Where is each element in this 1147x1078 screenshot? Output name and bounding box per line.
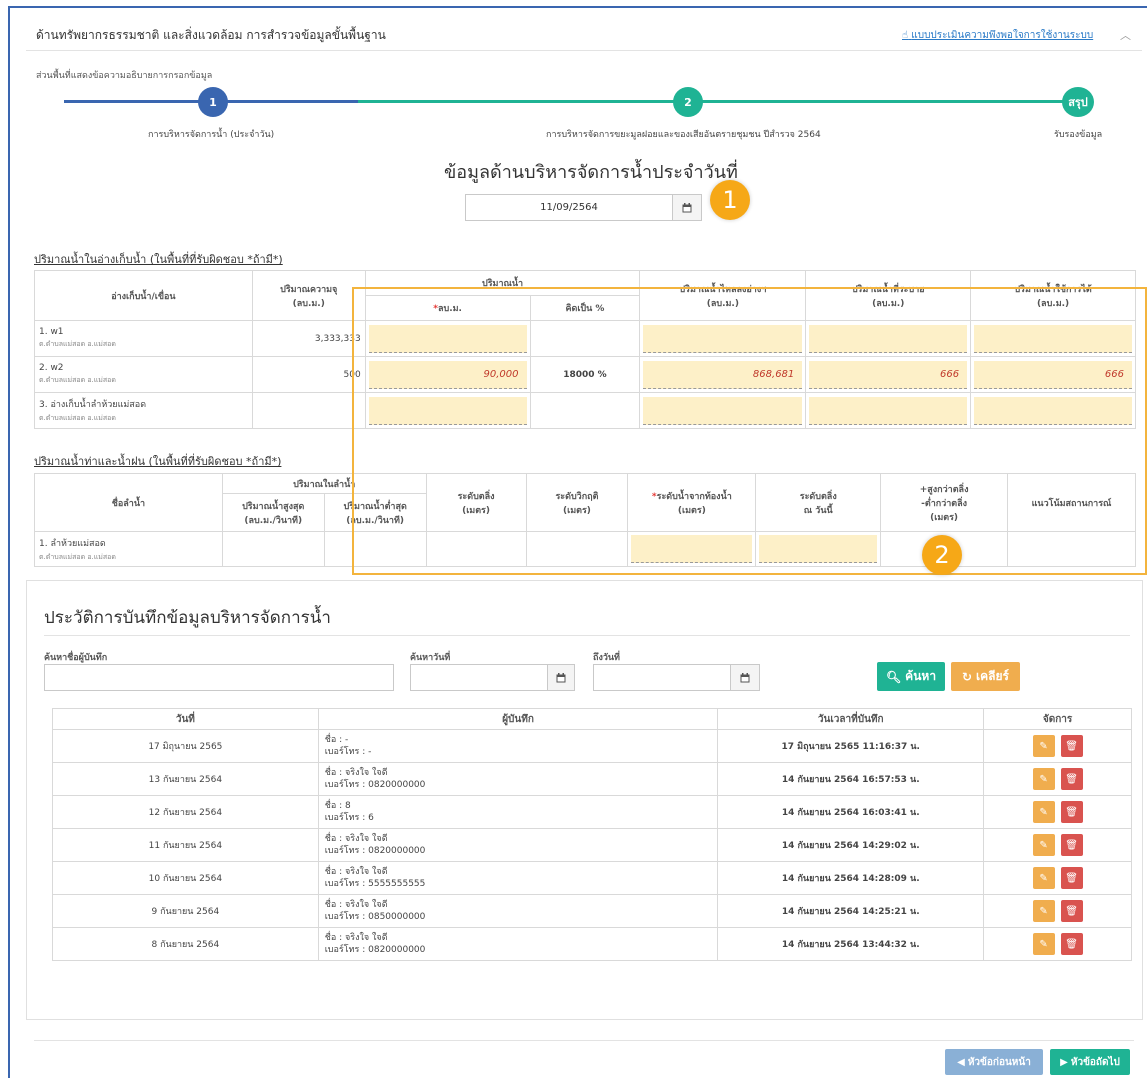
col-river-name: ชื่อลำน้ำ bbox=[34, 473, 223, 532]
main-title: ข้อมูลด้านบริหารจัดการน้ำประจำวันที่ bbox=[444, 162, 738, 183]
calendar-icon[interactable] bbox=[547, 664, 575, 691]
edit-icon[interactable]: ✎ bbox=[1032, 900, 1055, 922]
divider bbox=[26, 50, 1142, 51]
edit-icon[interactable]: ✎ bbox=[1032, 867, 1055, 889]
search-date-label: ค้นหาวันที่ bbox=[410, 653, 451, 663]
edit-icon[interactable]: ✎ bbox=[1032, 735, 1055, 757]
col-max-flow: ปริมาณน้ำสูงสุด (ลบ.ม./วินาที) bbox=[221, 493, 325, 532]
survey-link[interactable]: ☝ แบบประเมินความพึงพอใจการใช้งานระบบ bbox=[902, 28, 1093, 43]
table-row: 10 กันยายน 2564 ชื่อ : จริงใจ ใจดี เบอร์โ… bbox=[52, 861, 1132, 895]
col-recorder: ผู้บันทึก bbox=[317, 708, 719, 730]
date-input[interactable]: 11/09/2564 bbox=[465, 194, 673, 221]
trash-icon[interactable]: 🗑︎ bbox=[1060, 900, 1083, 922]
step-2-label: การบริหารจัดการขยะมูลฝอยและของเสียอันตรา… bbox=[546, 130, 821, 140]
highlight-box bbox=[352, 287, 1147, 575]
step-summary-label: รับรองข้อมูล bbox=[1054, 130, 1103, 140]
capacity-value bbox=[251, 392, 366, 429]
progress-track-pending bbox=[358, 100, 1076, 103]
river-title: ปริมาณน้ำท่าและน้ำฝน (ในพื้นที่ที่รับผิด… bbox=[34, 455, 282, 468]
trash-icon[interactable]: 🗑︎ bbox=[1060, 933, 1083, 955]
page-header-title: ด้านทรัพยากรธรรมชาติ และสิ่งแวดล้อม การส… bbox=[36, 28, 386, 42]
search-button[interactable]: 🔍︎ ค้นหา bbox=[877, 662, 945, 691]
calendar-icon[interactable] bbox=[672, 194, 702, 221]
table-row: 13 กันยายน 2564 ชื่อ : จริงใจ ใจดี เบอร์โ… bbox=[52, 762, 1132, 796]
prev-topic-button[interactable]: ◀ หัวข้อก่อนหน้า bbox=[945, 1049, 1043, 1075]
chevron-up-icon[interactable]: ︿ bbox=[1120, 27, 1131, 43]
search-date-input[interactable] bbox=[410, 664, 548, 691]
edit-icon[interactable]: ✎ bbox=[1032, 801, 1055, 823]
capacity-value: 500 bbox=[251, 356, 366, 393]
trash-icon[interactable]: 🗑︎ bbox=[1060, 834, 1083, 856]
to-date-input[interactable] bbox=[593, 664, 731, 691]
step-2-circle[interactable]: 2 bbox=[673, 87, 703, 117]
col-date: วันที่ bbox=[52, 708, 319, 730]
trash-icon[interactable]: 🗑︎ bbox=[1060, 768, 1083, 790]
table-row: 8 กันยายน 2564 ชื่อ : จริงใจ ใจดี เบอร์โท… bbox=[52, 927, 1132, 961]
search-icon: 🔍︎ bbox=[885, 669, 902, 684]
thumbs-up-icon: ☝ bbox=[902, 30, 909, 41]
divider bbox=[44, 635, 1130, 636]
step-1-circle[interactable]: 1 bbox=[198, 87, 228, 117]
col-capacity: ปริมาณความจุ (ลบ.ม.) bbox=[251, 270, 366, 321]
col-reservoir-name: อ่างเก็บน้ำ/เขื่อน bbox=[34, 270, 253, 321]
next-topic-button[interactable]: ▶ หัวข้อถัดไป bbox=[1050, 1049, 1130, 1075]
step-1-label: การบริหารจัดการน้ำ (ประจำวัน) bbox=[148, 130, 275, 140]
col-actions: จัดการ bbox=[983, 708, 1132, 730]
history-title: ประวัติการบันทึกข้อมูลบริหารจัดการน้ำ bbox=[44, 608, 331, 628]
reservoir-title: ปริมาณน้ำในอ่างเก็บน้ำ (ในพื้นที่ที่รับผ… bbox=[34, 253, 283, 266]
edit-icon[interactable]: ✎ bbox=[1032, 768, 1055, 790]
table-row: 11 กันยายน 2564 ชื่อ : จริงใจ ใจดี เบอร์โ… bbox=[52, 828, 1132, 862]
clear-button[interactable]: ↻ เคลียร์ bbox=[951, 662, 1020, 691]
to-date-label: ถึงวันที่ bbox=[593, 653, 620, 663]
trash-icon[interactable]: 🗑︎ bbox=[1060, 801, 1083, 823]
instruction-note: ส่วนพื้นที่แสดงข้อความอธิบายการกรอกข้อมู… bbox=[36, 71, 213, 81]
trash-icon[interactable]: 🗑︎ bbox=[1060, 867, 1083, 889]
callout-2: 2 bbox=[922, 535, 962, 575]
table-row: 9 กันยายน 2564 ชื่อ : จริงใจ ใจดี เบอร์โท… bbox=[52, 894, 1132, 928]
table-row: 12 กันยายน 2564 ชื่อ : 8 เบอร์โทร : 6 14 … bbox=[52, 795, 1132, 829]
arrow-right-icon: ▶ bbox=[1060, 1056, 1068, 1068]
trash-icon[interactable]: 🗑︎ bbox=[1060, 735, 1083, 757]
col-saved-time: วันเวลาที่บันทึก bbox=[717, 708, 985, 730]
capacity-value: 3,333,333 bbox=[251, 320, 366, 357]
calendar-icon[interactable] bbox=[730, 664, 760, 691]
edit-icon[interactable]: ✎ bbox=[1032, 834, 1055, 856]
table-row: 17 มิถุนายน 2565 ชื่อ : - เบอร์โทร : - 17… bbox=[52, 729, 1132, 763]
divider bbox=[34, 1040, 1134, 1041]
step-summary-circle[interactable]: สรุป bbox=[1062, 87, 1094, 117]
callout-1: 1 bbox=[710, 180, 750, 220]
refresh-icon: ↻ bbox=[961, 669, 973, 684]
search-name-label: ค้นหาชื่อผู้บันทึก bbox=[44, 653, 108, 663]
edit-icon[interactable]: ✎ bbox=[1032, 933, 1055, 955]
search-name-input[interactable] bbox=[44, 664, 394, 691]
history-table: วันที่ ผู้บันทึก วันเวลาที่บันทึก จัดการ… bbox=[52, 708, 1132, 961]
arrow-left-icon: ◀ bbox=[957, 1056, 965, 1068]
